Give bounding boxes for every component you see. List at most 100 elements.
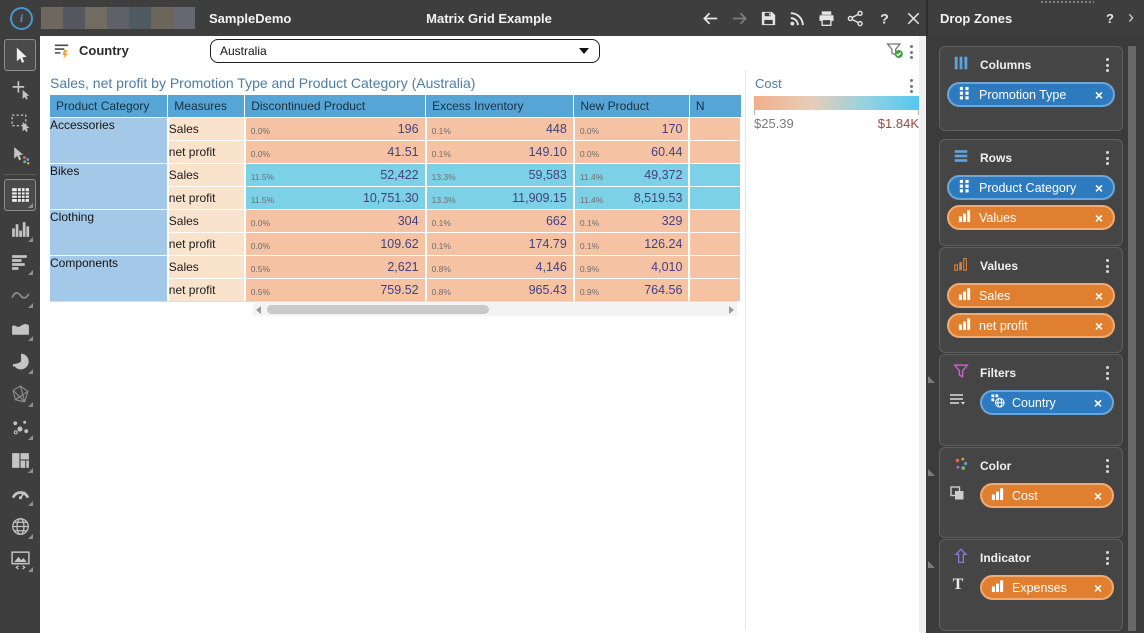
legend-menu-button[interactable] xyxy=(906,79,916,93)
pill-product-category[interactable]: Product Category× xyxy=(947,175,1115,200)
data-cell: 0.1%126.24 xyxy=(574,233,690,256)
cell-value: 41.51 xyxy=(387,145,418,159)
measure-bars xyxy=(982,578,1012,598)
help-button[interactable]: ? xyxy=(874,8,894,28)
save-button[interactable] xyxy=(758,8,778,28)
pill-remove-button[interactable]: × xyxy=(1094,581,1102,595)
cell-percent: 0.0% xyxy=(251,126,270,136)
zone-color: ColorCost× xyxy=(939,447,1123,538)
pill-remove-button[interactable]: × xyxy=(1095,88,1103,102)
pill-promotion-type[interactable]: Promotion Type× xyxy=(947,82,1115,107)
pill-country[interactable]: Country× xyxy=(980,390,1114,415)
tool-column-chart[interactable] xyxy=(5,214,35,244)
cell-value: 109.62 xyxy=(380,237,418,251)
zone-menu-button[interactable] xyxy=(1102,151,1112,165)
pill-remove-button[interactable]: × xyxy=(1095,319,1103,333)
smart-select-icon xyxy=(10,145,31,166)
rect-select-icon xyxy=(10,112,31,133)
legend-gradient-bar xyxy=(754,96,919,110)
clipped-data-cell xyxy=(689,118,741,141)
data-cell: 0.1%662 xyxy=(426,210,574,233)
variant-corner-icon xyxy=(28,468,33,473)
tool-matrix-grid[interactable] xyxy=(4,179,36,211)
tool-image-widget[interactable] xyxy=(5,544,35,574)
drag-handle-dots[interactable] xyxy=(1040,0,1094,4)
pill-label: Promotion Type xyxy=(979,88,1095,102)
country-dropdown-value: Australia xyxy=(220,44,579,58)
clipped-data-cell xyxy=(689,256,741,279)
zone-menu-button[interactable] xyxy=(1102,58,1112,72)
pill-remove-button[interactable]: × xyxy=(1095,289,1103,303)
zone-menu-button[interactable] xyxy=(1102,366,1112,380)
cell-value: 304 xyxy=(398,214,419,228)
tool-area-chart[interactable] xyxy=(5,313,35,343)
cell-percent: 0.5% xyxy=(251,264,270,274)
pill-remove-button[interactable]: × xyxy=(1095,181,1103,195)
tool-multi-select[interactable] xyxy=(5,74,35,104)
info-icon[interactable]: i xyxy=(10,7,33,30)
forward-button[interactable] xyxy=(729,8,749,28)
panel-help-button[interactable]: ? xyxy=(1106,11,1114,26)
data-cell: 11.5%10,751.30 xyxy=(245,187,426,210)
tool-pie-chart[interactable] xyxy=(5,346,35,376)
values-zone-icon xyxy=(952,255,970,278)
close-button[interactable] xyxy=(903,8,923,28)
pill-sales[interactable]: Sales× xyxy=(947,283,1115,308)
canvas-vertical-scrollbar[interactable] xyxy=(919,36,926,633)
tool-gauge[interactable] xyxy=(5,478,35,508)
column-header: Excess Inventory xyxy=(426,95,574,118)
printer-icon xyxy=(817,9,836,28)
scrollbar-thumb[interactable] xyxy=(267,305,489,314)
country-dropdown[interactable]: Australia xyxy=(210,39,600,63)
clipped-data-cell xyxy=(689,164,741,187)
print-button[interactable] xyxy=(816,8,836,28)
cell-percent: 0.9% xyxy=(580,287,599,297)
panel-scrollbar-thumb[interactable] xyxy=(1128,46,1136,631)
scroll-right-arrow[interactable] xyxy=(729,306,734,314)
cell-value: 10,751.30 xyxy=(363,191,419,205)
filter-applied-icon[interactable] xyxy=(885,41,905,61)
legend-title: Cost xyxy=(755,76,782,91)
clipped-data-cell xyxy=(689,279,741,302)
pill-expenses[interactable]: Expenses× xyxy=(980,575,1114,600)
cell-percent: 0.0% xyxy=(251,218,270,228)
back-button[interactable] xyxy=(700,8,720,28)
design-canvas: Country Australia Sales, net profit by P… xyxy=(40,36,926,633)
horizontal-scrollbar[interactable] xyxy=(253,303,737,316)
pill-remove-button[interactable]: × xyxy=(1094,489,1102,503)
tool-map[interactable] xyxy=(5,511,35,541)
scroll-left-arrow[interactable] xyxy=(256,306,261,314)
cell-value: 4,010 xyxy=(651,260,682,274)
tool-polygon-chart[interactable] xyxy=(5,379,35,409)
cell-value: 149.10 xyxy=(529,145,567,159)
variant-corner-icon xyxy=(28,203,33,208)
toolbox-divider xyxy=(4,174,36,175)
pill-values[interactable]: Values× xyxy=(947,205,1115,230)
list-icon[interactable] xyxy=(948,391,968,411)
tool-smart-select[interactable] xyxy=(5,140,35,170)
tool-treemap[interactable] xyxy=(5,445,35,475)
zone-resize-handle[interactable] xyxy=(928,469,935,476)
zone-resize-handle[interactable] xyxy=(928,376,935,383)
filter-menu-button[interactable] xyxy=(906,45,916,59)
zone-menu-button[interactable] xyxy=(1102,551,1112,565)
pill-cost[interactable]: Cost× xyxy=(980,483,1114,508)
tool-line-chart[interactable] xyxy=(5,280,35,310)
pill-remove-button[interactable]: × xyxy=(1094,396,1102,410)
tool-select-cursor[interactable] xyxy=(4,39,36,71)
tool-rect-select[interactable] xyxy=(5,107,35,137)
filter-list-icon xyxy=(52,41,71,60)
zone-menu-button[interactable] xyxy=(1102,259,1112,273)
panel-collapse-button[interactable]: › xyxy=(1128,8,1134,26)
measure-cell: net profit xyxy=(168,141,245,164)
tool-scatter-chart[interactable] xyxy=(5,412,35,442)
share-button[interactable] xyxy=(845,8,865,28)
publish-button[interactable] xyxy=(787,8,807,28)
pill-remove-button[interactable]: × xyxy=(1095,211,1103,225)
zone-resize-handle[interactable] xyxy=(928,561,935,568)
cell-value: 59,583 xyxy=(529,168,567,182)
tool-bar-chart[interactable] xyxy=(5,247,35,277)
pill-net-profit[interactable]: net profit× xyxy=(947,313,1115,338)
cell-value: 4,146 xyxy=(536,260,567,274)
zone-menu-button[interactable] xyxy=(1102,459,1112,473)
